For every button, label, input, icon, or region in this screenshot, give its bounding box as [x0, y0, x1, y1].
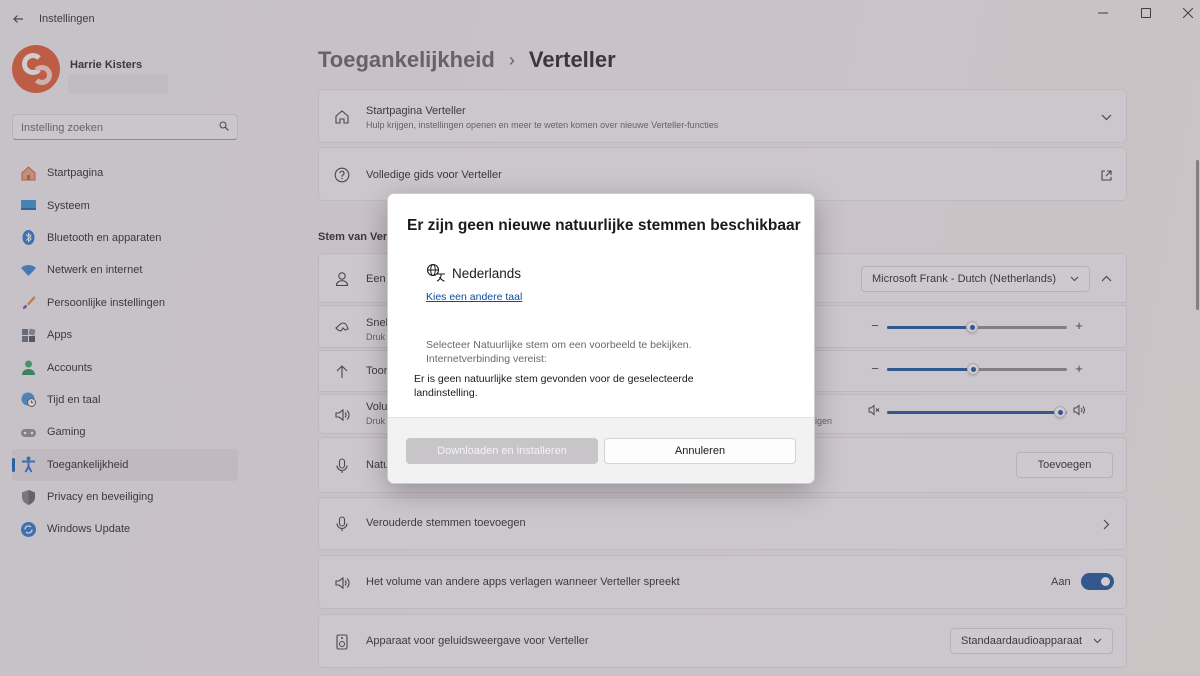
dialog-footer: Downloaden en installeren Annuleren [388, 417, 814, 483]
dialog-hint-line1: Selecteer Natuurlijke stem om een voorbe… [426, 339, 692, 351]
dialog-message: Er is geen natuurlijke stem gevonden voo… [414, 373, 694, 399]
dialog-hint-line2: Internetverbinding vereist: [426, 353, 547, 365]
dialog-language: Nederlands [452, 266, 522, 281]
download-install-button[interactable]: Downloaden en installeren [406, 438, 598, 464]
cancel-button[interactable]: Annuleren [604, 438, 796, 464]
dialog-hint: Selecteer Natuurlijke stem om een voorbe… [426, 338, 766, 366]
dialog-title: Er zijn geen nieuwe natuurlijke stemmen … [407, 217, 801, 234]
language-icon [426, 263, 445, 282]
choose-other-language-link[interactable]: Kies een andere taal [426, 291, 522, 303]
no-natural-voices-dialog: Er zijn geen nieuwe natuurlijke stemmen … [387, 193, 815, 484]
